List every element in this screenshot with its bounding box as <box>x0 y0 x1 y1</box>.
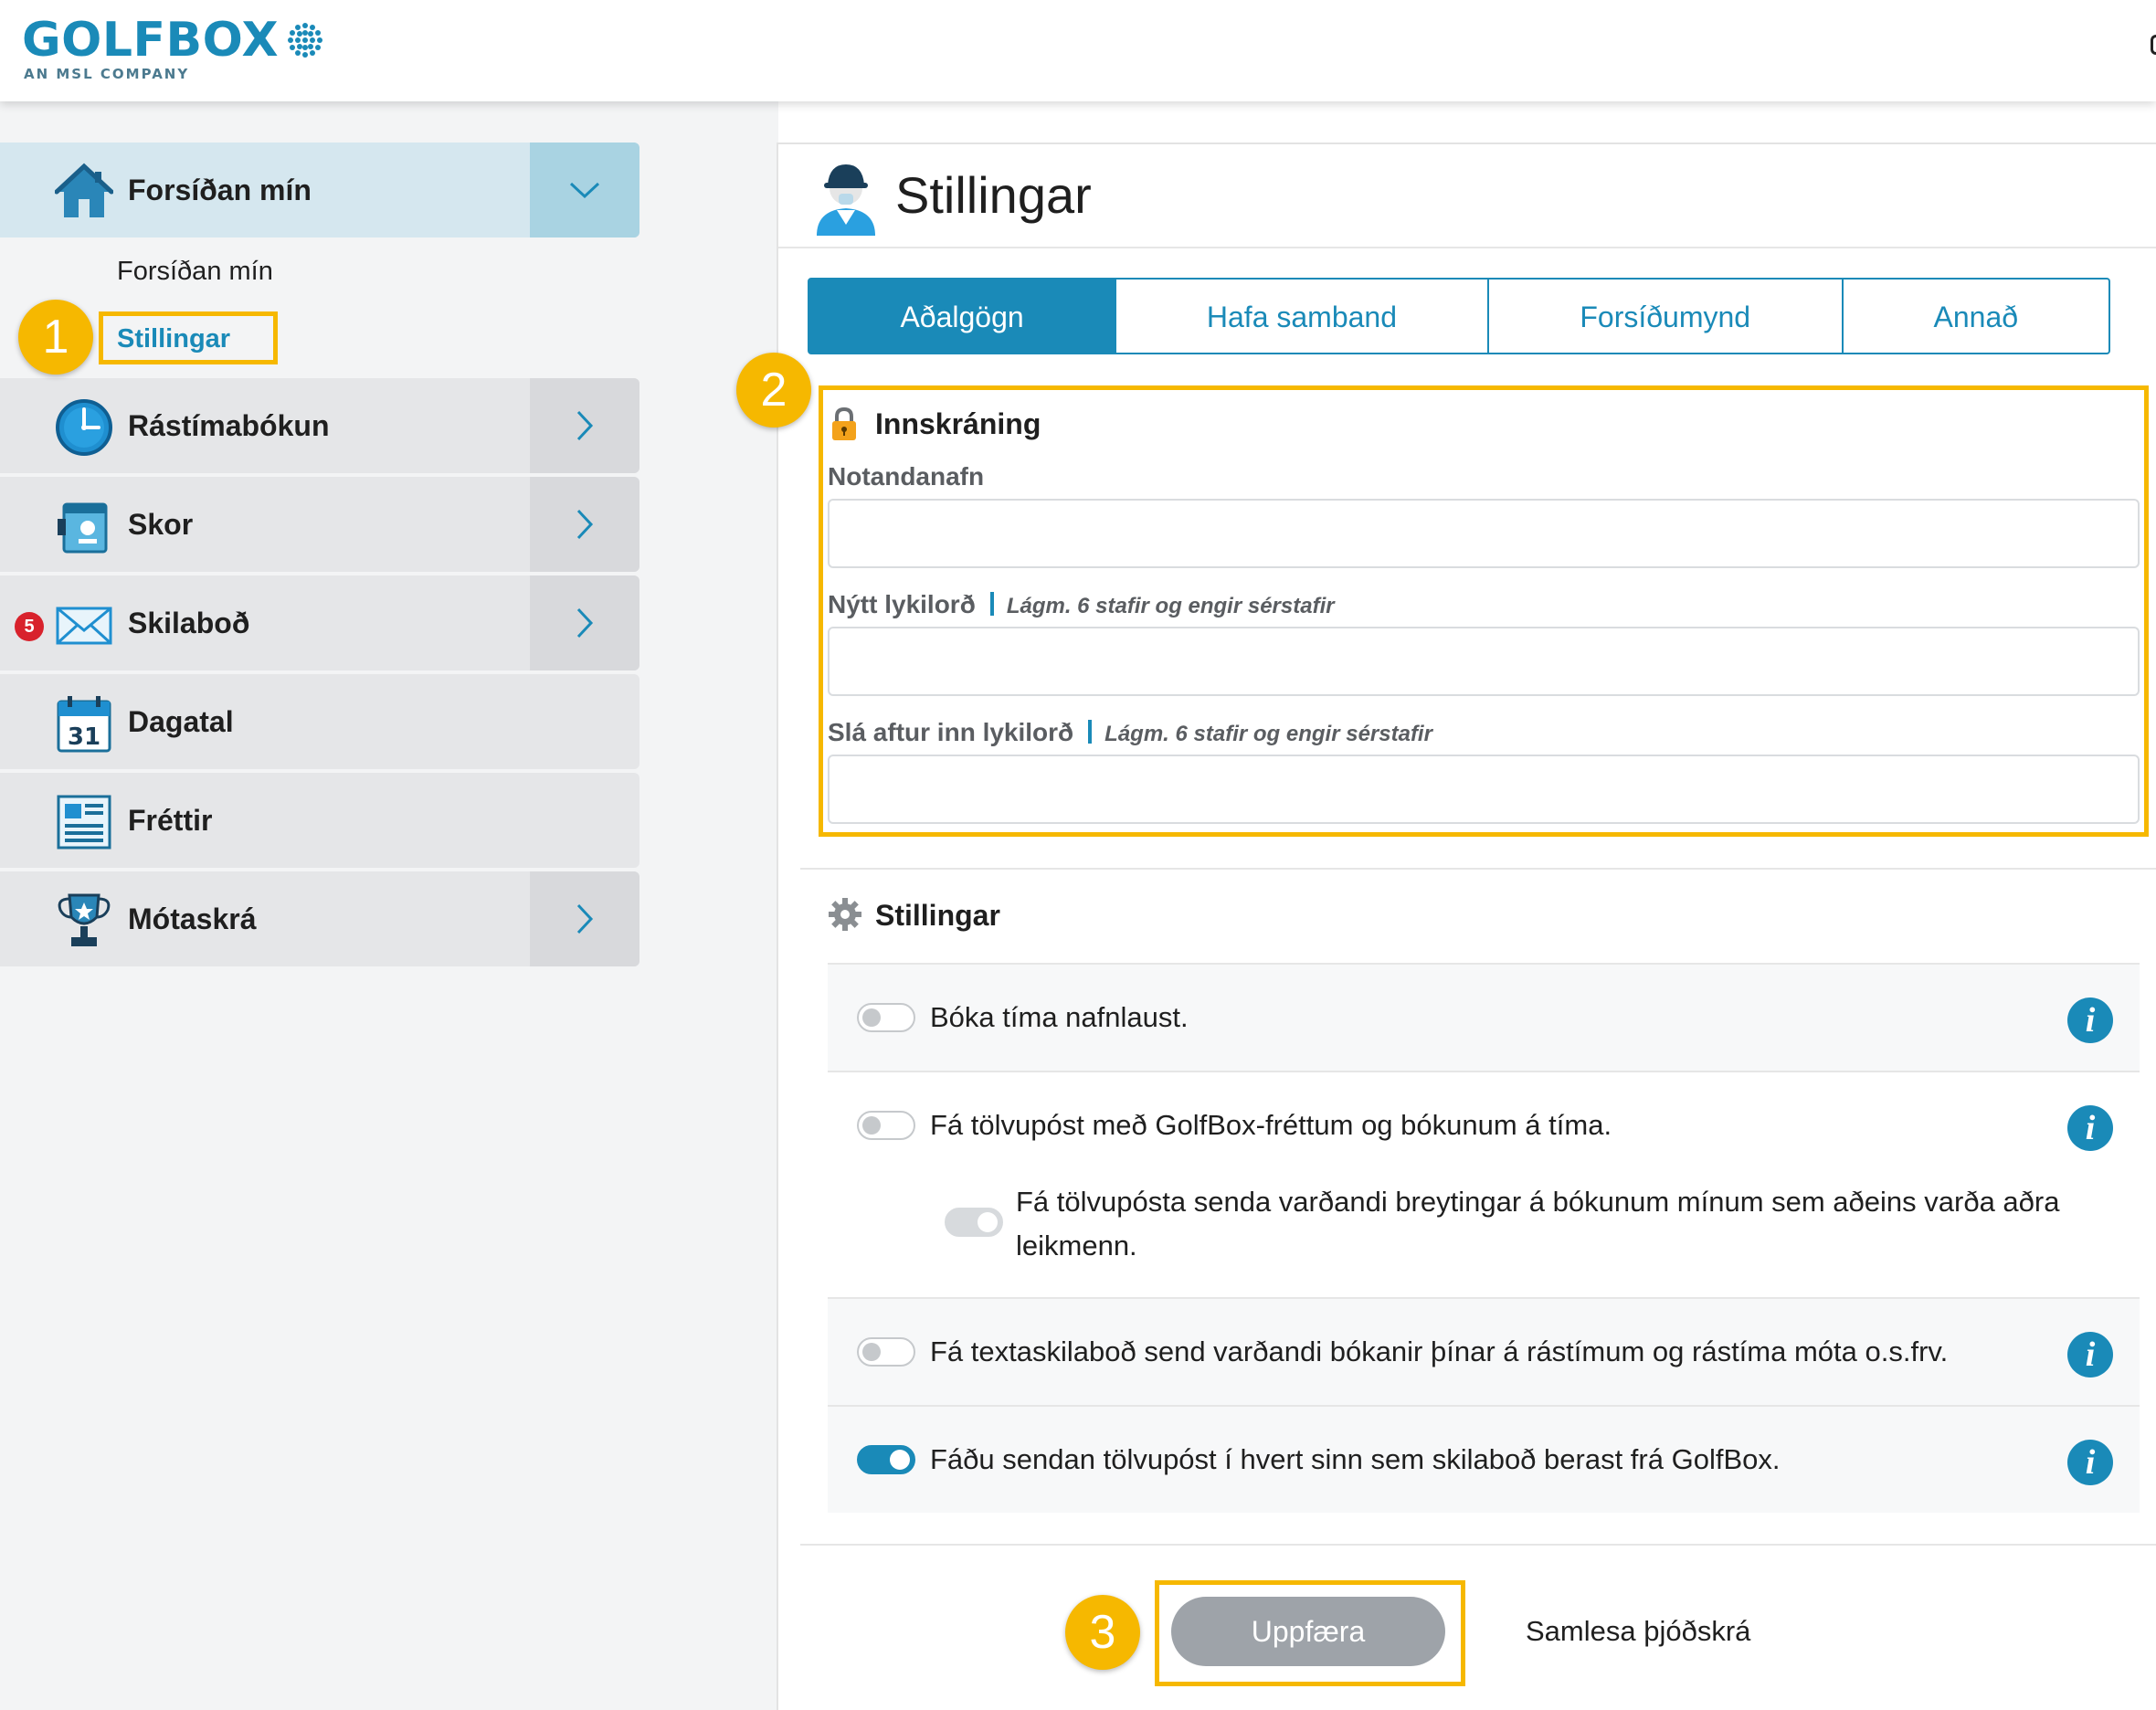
sidebar-item-skor[interactable]: Skor <box>0 477 639 572</box>
logo-subtitle: AN MSL COMPANY <box>24 66 190 82</box>
setting-row-newsletter: Fá tölvupóst með GolfBox-fréttum og bóku… <box>828 1072 2140 1297</box>
panel-header: Stillingar <box>778 144 2156 248</box>
chevron-right-icon <box>576 607 594 639</box>
sidebar-item-label: Mótaskrá <box>128 902 257 935</box>
clock-icon <box>55 398 113 457</box>
gear-icon <box>828 897 862 936</box>
calendar-day-text: 31 <box>68 723 100 751</box>
sidebar-item-rastimabokun[interactable]: Rástímabókun <box>0 378 639 473</box>
callout-2: 2 <box>736 353 811 428</box>
setting-text: Fáðu sendan tölvupóst í hvert sinn sem s… <box>930 1443 1781 1475</box>
chevron-right-icon <box>576 410 594 441</box>
top-header: GOLFBOX AN MSL COMPANY <box>0 0 2156 101</box>
tab-adalgogn[interactable]: Aðalgögn <box>808 278 1117 354</box>
sidebar-item-dagatal[interactable]: 31 Dagatal <box>0 674 639 769</box>
sms-toggle[interactable] <box>857 1337 915 1367</box>
expand-button[interactable] <box>530 378 639 473</box>
envelope-icon <box>55 596 113 654</box>
settings-panel: Stillingar Aðalgögn Hafa samband Forsíðu… <box>777 142 2156 1710</box>
user-menu-edge[interactable] <box>2151 35 2156 55</box>
callout-3: 3 <box>1065 1595 1140 1670</box>
sidebar-item-motaskra[interactable]: Mótaskrá <box>0 871 639 966</box>
golfbox-logo[interactable]: GOLFBOX AN MSL COMPANY <box>22 13 323 82</box>
sidebar-item-label: Dagatal <box>128 705 234 738</box>
tab-annad[interactable]: Annað <box>1843 278 2110 354</box>
callout-1: 1 <box>18 300 93 375</box>
unread-count-badge: 5 <box>15 612 44 641</box>
setting-text: Bóka tíma nafnlaust. <box>930 1001 1189 1033</box>
setting-row-message-email: Fáðu sendan tölvupóst í hvert sinn sem s… <box>828 1407 2140 1513</box>
footer-divider <box>800 1544 2156 1546</box>
logo-text: GOLFBOX <box>22 13 280 68</box>
sidebar-item-skilabod[interactable]: 5 Skilaboð <box>0 575 639 670</box>
highlight-login <box>819 385 2149 837</box>
anonymous-booking-toggle[interactable] <box>857 1003 915 1032</box>
chevron-down-icon <box>569 182 600 199</box>
tab-bar: Aðalgögn Hafa samband Forsíðumynd Annað <box>808 278 2110 354</box>
expand-button[interactable] <box>530 575 639 670</box>
sidebar-item-frettir[interactable]: Fréttir <box>0 773 639 868</box>
chevron-right-icon <box>576 903 594 934</box>
sidebar-item-label: Skilaboð <box>128 607 250 639</box>
newsletter-toggle[interactable] <box>857 1111 915 1140</box>
message-email-toggle[interactable] <box>857 1445 915 1474</box>
newspaper-icon <box>55 793 113 851</box>
setting-text: Fá tölvupóst með GolfBox-fréttum og bóku… <box>930 1109 1612 1141</box>
collapse-button[interactable] <box>530 142 639 238</box>
setting-text: Fá tölvupósta senda varðandi breytingar … <box>1016 1186 2060 1261</box>
tab-hafa-samband[interactable]: Hafa samband <box>1116 278 1489 354</box>
submenu-forsidan-min[interactable]: Forsíðan mín <box>117 257 273 287</box>
trophy-icon <box>55 892 113 950</box>
sync-registry-link[interactable]: Samlesa þjóðskrá <box>1526 1615 1750 1648</box>
info-icon[interactable]: i <box>2067 998 2113 1043</box>
sidebar-item-forsidan-min[interactable]: Forsíðan mín <box>0 142 639 238</box>
tab-forsidumynd[interactable]: Forsíðumynd <box>1488 278 1844 354</box>
setting-text: Fá textaskilaboð send varðandi bókanir þ… <box>930 1335 1949 1367</box>
info-icon[interactable]: i <box>2067 1105 2113 1151</box>
home-icon <box>54 163 114 221</box>
section-divider <box>800 868 2156 870</box>
expand-button[interactable] <box>530 477 639 572</box>
setting-row-sms: Fá textaskilaboð send varðandi bókanir þ… <box>828 1299 2140 1405</box>
info-icon[interactable]: i <box>2067 1332 2113 1378</box>
page-title: Stillingar <box>895 166 1092 224</box>
user-profile-icon <box>813 159 879 240</box>
highlight-stillingar <box>99 311 278 364</box>
sidebar-item-label: Rástímabókun <box>128 409 330 442</box>
scorecard-icon <box>55 497 113 555</box>
booking-changes-toggle[interactable] <box>945 1208 1003 1237</box>
highlight-update <box>1155 1580 1465 1686</box>
sidebar-item-label: Fréttir <box>128 804 213 837</box>
expand-button[interactable] <box>530 871 639 966</box>
setting-row-anonymous-booking: Bóka tíma nafnlaust. i <box>828 965 2140 1071</box>
info-icon[interactable]: i <box>2067 1440 2113 1485</box>
globe-icon <box>287 22 323 63</box>
calendar-icon: 31 <box>55 694 113 753</box>
settings-section-title: Stillingar <box>875 899 1000 932</box>
chevron-right-icon <box>576 509 594 540</box>
sidebar-item-label: Skor <box>128 508 194 541</box>
sidebar-item-label: Forsíðan mín <box>128 174 312 206</box>
